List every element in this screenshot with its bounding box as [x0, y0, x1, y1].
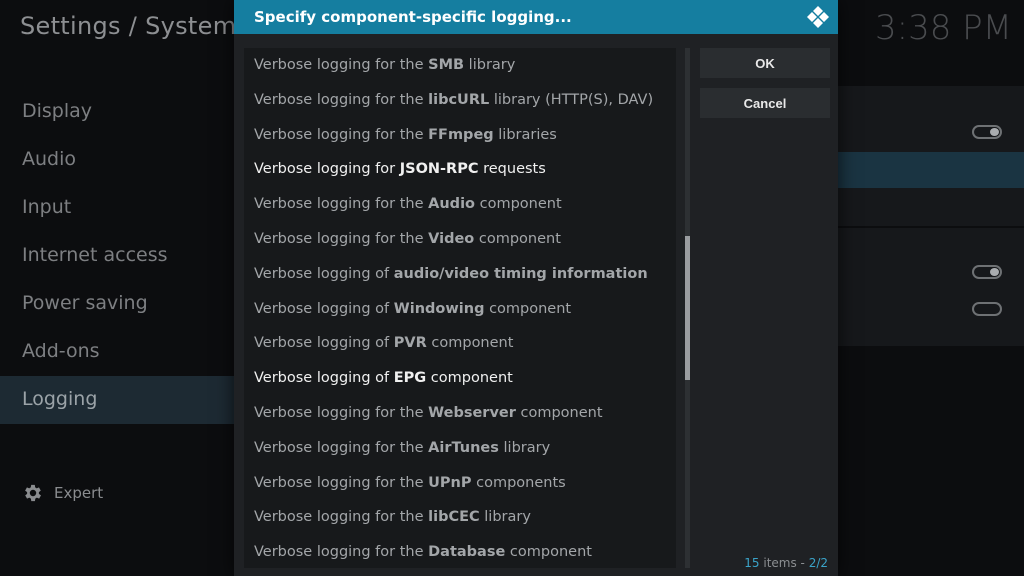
list-item-prefix: Verbose logging for the: [254, 57, 429, 73]
list-item-prefix: Verbose logging of: [254, 370, 394, 387]
page-indicator: 2/2: [808, 556, 828, 570]
list-item-prefix: Verbose logging of: [254, 335, 394, 352]
settings-row-highlight: [838, 152, 1024, 188]
list-item-prefix: Verbose logging for the: [254, 230, 429, 247]
list-item-prefix: Verbose logging for the: [254, 91, 429, 108]
list-item-component: Webserver: [428, 404, 516, 421]
scrollbar-thumb[interactable]: [685, 236, 690, 380]
list-item[interactable]: Verbose logging for the libCEC library: [244, 500, 676, 535]
list-item-component: UPnP: [428, 474, 472, 491]
settings-sidebar: Display Audio Input Internet access Powe…: [0, 88, 236, 424]
component-logging-dialog: Specify component-specific logging... Ve…: [234, 0, 838, 576]
sidebar-item-add-ons[interactable]: Add-ons: [0, 328, 236, 376]
list-item[interactable]: Verbose logging for JSON-RPC requests: [244, 152, 676, 187]
ok-button[interactable]: OK: [700, 48, 830, 78]
kodi-logo-icon: [807, 6, 829, 28]
list-item-component: libCEC: [428, 509, 480, 526]
list-item-component: AirTunes: [428, 439, 499, 456]
list-item-suffix: component: [515, 404, 603, 421]
list-item-prefix: Verbose logging for the: [254, 196, 429, 213]
sidebar-item-display[interactable]: Display: [0, 88, 236, 136]
list-item[interactable]: Verbose logging for the Video component: [244, 222, 676, 257]
list-item-suffix: component: [505, 544, 592, 561]
list-item[interactable]: Verbose logging for the Audio component: [244, 187, 676, 222]
list-item-suffix: requests: [478, 161, 546, 178]
sidebar-item-power-saving[interactable]: Power saving: [0, 280, 236, 328]
sidebar-item-logging[interactable]: Logging: [0, 376, 236, 424]
settings-panel-group-1: [838, 86, 1024, 226]
settings-panel-group-2: [838, 228, 1024, 346]
list-item-component: JSON-RPC: [399, 161, 479, 178]
list-item-prefix: Verbose logging for the: [254, 439, 429, 456]
list-item-prefix: Verbose logging of: [254, 265, 394, 282]
clock: 3:38 PM: [875, 8, 1012, 48]
toggle-switch[interactable]: [972, 265, 1002, 279]
list-item-prefix: Verbose logging for the: [254, 509, 429, 526]
item-count-label: items -: [759, 556, 809, 570]
list-item[interactable]: Verbose logging for the SMB library: [244, 48, 676, 83]
list-item[interactable]: Verbose logging for the FFmpeg libraries: [244, 118, 676, 153]
list-item[interactable]: Verbose logging for the UPnP components: [244, 466, 676, 501]
logging-options-list: Verbose logging for the SMB library Verbo…: [244, 48, 676, 568]
list-item-component: EPG: [393, 370, 427, 387]
toggle-switch[interactable]: [972, 125, 1002, 139]
gear-icon: [25, 484, 41, 502]
expert-label: Expert: [54, 484, 104, 502]
list-item-component: Database: [428, 544, 506, 561]
list-item-suffix: component: [474, 230, 561, 247]
list-item-suffix: library (HTTP(S), DAV): [489, 91, 654, 108]
list-item-component: SMB: [428, 57, 465, 73]
list-item[interactable]: Verbose logging of audio/video timing in…: [244, 257, 676, 292]
list-item-component: Video: [428, 230, 475, 247]
list-item[interactable]: Verbose logging for the libcURL library …: [244, 83, 676, 118]
list-item-component: Audio: [428, 196, 475, 213]
list-item-prefix: Verbose logging for the: [254, 544, 429, 561]
toggle-knob: [990, 128, 999, 136]
item-count: 15 items - 2/2: [744, 556, 828, 570]
list-item-suffix: library: [479, 509, 531, 526]
list-item-prefix: Verbose logging for the: [254, 404, 429, 421]
list-item-prefix: Verbose logging of: [254, 300, 394, 317]
expert-level-button[interactable]: Expert: [22, 482, 103, 504]
dialog-title: Specify component-specific logging...: [254, 8, 572, 26]
list-item-suffix: library: [498, 439, 551, 456]
list-item-suffix: components: [471, 474, 566, 491]
item-count-number: 15: [744, 556, 760, 570]
list-item[interactable]: Verbose logging for the Webserver compon…: [244, 396, 676, 431]
list-item[interactable]: Verbose logging of EPG component: [244, 361, 676, 396]
list-item[interactable]: Verbose logging for the AirTunes library: [244, 431, 676, 466]
list-item[interactable]: Verbose logging of Windowing component: [244, 292, 676, 327]
list-item-component: PVR: [393, 335, 427, 352]
list-item[interactable]: Verbose logging of PVR component: [244, 326, 676, 361]
cancel-button[interactable]: Cancel: [700, 88, 830, 118]
list-item-prefix: Verbose logging for the: [254, 126, 429, 143]
scrollbar[interactable]: [685, 48, 690, 568]
list-item-suffix: libraries: [493, 126, 557, 143]
list-item-component: libcURL: [428, 91, 490, 108]
sidebar-item-internet-access[interactable]: Internet access: [0, 232, 236, 280]
toggle-knob: [990, 268, 999, 276]
list-item-component: Windowing: [393, 300, 485, 317]
list-item-suffix: component: [426, 370, 513, 387]
dialog-header: Specify component-specific logging...: [234, 0, 838, 34]
list-item-suffix: component: [426, 335, 514, 352]
page-title: Settings / System: [20, 12, 237, 40]
list-item-suffix: component: [484, 300, 572, 317]
list-item-component: audio/video timing information: [393, 265, 648, 282]
list-item-suffix: library: [464, 57, 516, 73]
list-item-prefix: Verbose logging for the: [254, 474, 429, 491]
list-item[interactable]: Verbose logging for the Database compone…: [244, 535, 676, 570]
list-item-component: FFmpeg: [428, 126, 494, 143]
sidebar-item-input[interactable]: Input: [0, 184, 236, 232]
toggle-switch[interactable]: [972, 302, 1002, 316]
list-item-suffix: component: [475, 196, 562, 213]
sidebar-item-audio[interactable]: Audio: [0, 136, 236, 184]
list-item-prefix: Verbose logging for: [254, 161, 400, 178]
